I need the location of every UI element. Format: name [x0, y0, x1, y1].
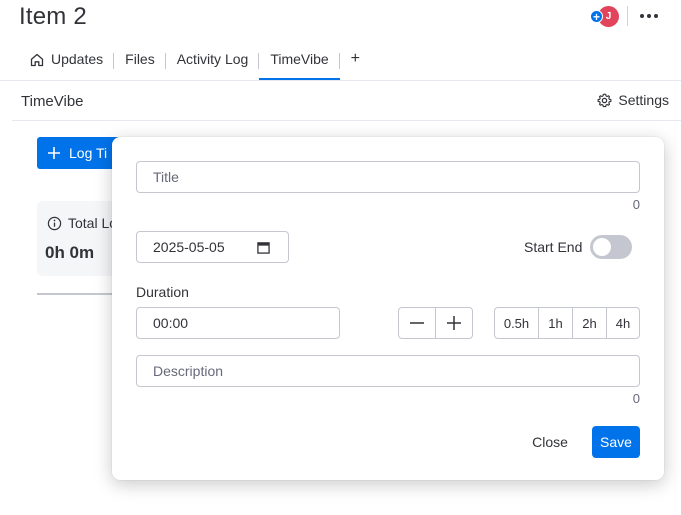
duration-label: Duration: [136, 284, 189, 300]
item-tabs: Updates Files Activity Log TimeVibe +: [18, 45, 371, 80]
home-icon: [30, 53, 44, 67]
add-tab-button[interactable]: +: [340, 45, 371, 80]
tab-files-label: Files: [125, 51, 155, 67]
tab-timevibe[interactable]: TimeVibe: [259, 45, 341, 80]
plus-icon: [447, 316, 461, 330]
tabs-divider: [0, 80, 681, 81]
date-value: 2025-05-05: [153, 239, 225, 255]
increase-duration-button[interactable]: [435, 307, 473, 339]
duration-input[interactable]: 00:00: [136, 307, 340, 339]
subscribers-avatar[interactable]: + J: [590, 6, 619, 28]
tab-activity-log[interactable]: Activity Log: [166, 45, 260, 80]
toggle-knob: [593, 238, 611, 256]
quick-duration-1h[interactable]: 1h: [538, 307, 573, 339]
tab-activity-log-label: Activity Log: [176, 51, 249, 67]
quick-duration-4h[interactable]: 4h: [606, 307, 640, 339]
decrease-duration-button[interactable]: [398, 307, 436, 339]
tab-timevibe-label: TimeVibe: [270, 51, 329, 67]
total-logged-label-row: Total Lo: [47, 215, 117, 231]
app-divider: [12, 120, 681, 121]
info-icon: [47, 216, 62, 230]
item-page: Item 2 + J Updates Files Activity Log Ti…: [0, 0, 681, 515]
description-char-count: 0: [632, 391, 640, 406]
minus-icon: [410, 322, 424, 324]
gear-icon: [597, 93, 612, 107]
total-logged-value: 0h 0m: [45, 243, 95, 262]
total-logged-label: Total Lo: [68, 215, 118, 231]
title-char-count: 0: [632, 197, 640, 212]
more-options-icon[interactable]: [635, 4, 663, 28]
app-title: TimeVibe: [21, 93, 84, 110]
quick-duration-2h[interactable]: 2h: [572, 307, 607, 339]
start-end-toggle[interactable]: [590, 235, 632, 259]
tab-files[interactable]: Files: [114, 45, 166, 80]
add-subscriber-icon: +: [590, 10, 603, 23]
close-button[interactable]: Close: [520, 426, 580, 458]
description-input[interactable]: Description: [136, 355, 640, 387]
title-input[interactable]: Title: [136, 161, 640, 193]
tab-updates-label: Updates: [51, 51, 104, 67]
settings-button[interactable]: Settings: [597, 92, 669, 108]
item-title: Item 2: [19, 3, 87, 30]
header-divider: [627, 6, 628, 26]
quick-duration-0-5h[interactable]: 0.5h: [494, 307, 539, 339]
log-time-label: Log Ti: [69, 145, 108, 161]
header-actions: + J: [581, 4, 681, 28]
date-input[interactable]: 2025-05-05: [136, 231, 289, 263]
start-end-label: Start End: [524, 239, 583, 255]
log-time-dialog: Title 0 2025-05-05 Start End Duration 00…: [112, 137, 664, 480]
tab-updates[interactable]: Updates: [18, 45, 115, 80]
calendar-icon: [257, 241, 270, 254]
plus-icon: [48, 147, 60, 159]
save-button[interactable]: Save: [592, 426, 640, 458]
settings-label: Settings: [618, 92, 669, 108]
